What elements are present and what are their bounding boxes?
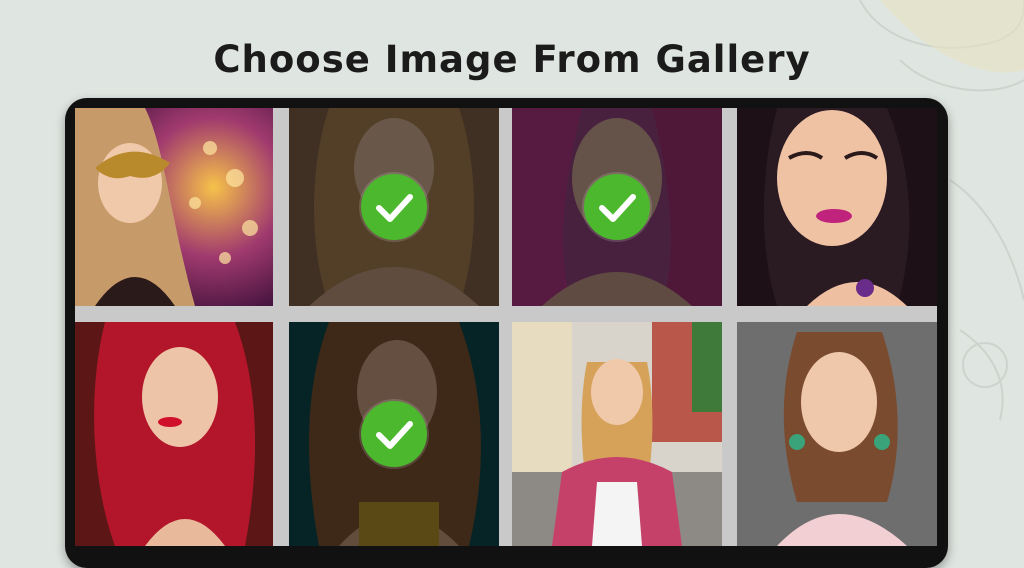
gallery-image-7[interactable] — [512, 322, 722, 546]
check-icon — [361, 401, 427, 467]
gallery-image-3[interactable] — [512, 108, 722, 306]
gallery-image-4[interactable] — [737, 108, 937, 306]
gallery-image-2[interactable] — [289, 108, 499, 306]
page-title: Choose Image From Gallery — [213, 38, 811, 81]
photo-masquerade — [75, 108, 273, 306]
image-gallery-grid — [75, 108, 937, 546]
gallery-image-5[interactable] — [75, 322, 273, 546]
check-icon — [584, 174, 650, 240]
photo-selfie-street — [512, 322, 722, 546]
gallery-image-6[interactable] — [289, 322, 499, 546]
check-icon — [361, 174, 427, 240]
gallery-image-1[interactable] — [75, 108, 273, 306]
gallery-image-8[interactable] — [737, 322, 937, 546]
photo-purple-lipstick-woman — [737, 108, 937, 306]
photo-earrings-woman — [737, 322, 937, 546]
photo-red-hair-woman — [75, 322, 273, 546]
